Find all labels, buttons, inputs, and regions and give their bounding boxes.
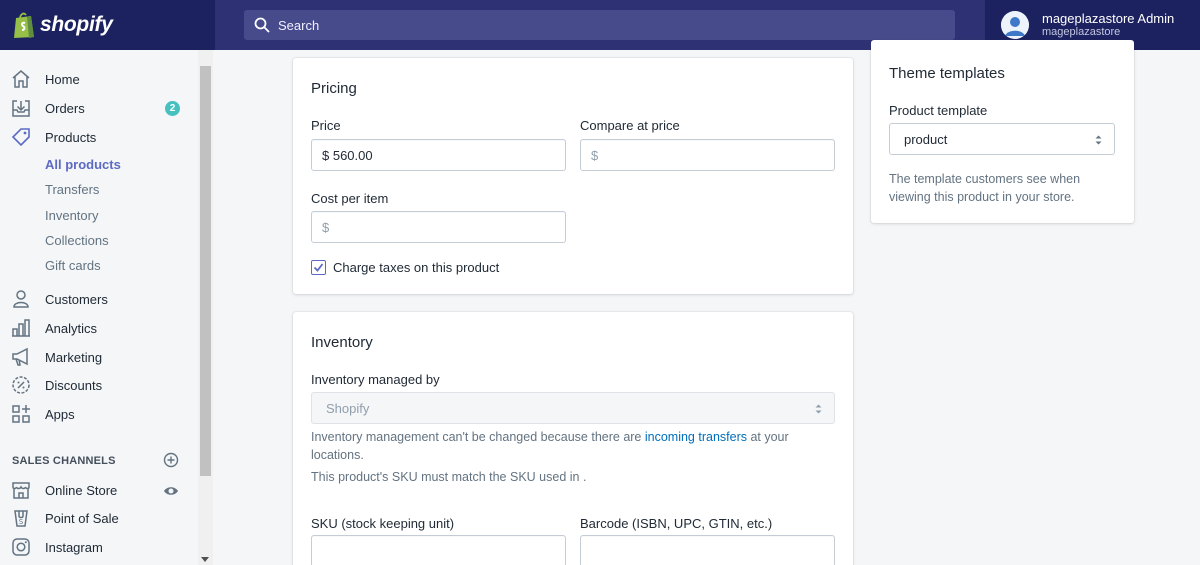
inventory-card: Inventory Inventory managed by Shopify I… xyxy=(293,312,853,565)
inventory-managed-by-value: Shopify xyxy=(326,400,370,416)
sidebar-item-orders[interactable]: Orders 2 xyxy=(0,95,198,121)
sidebar-item-label: Online Store xyxy=(45,482,118,498)
barcode-label: Barcode (ISBN, UPC, GTIN, etc.) xyxy=(580,516,773,531)
theme-templates-card: Theme templates Product template product… xyxy=(871,40,1134,223)
inventory-help-suffix: at your xyxy=(746,430,789,444)
theme-templates-title: Theme templates xyxy=(889,65,1005,82)
sales-channels-heading: SALES CHANNELS xyxy=(12,455,116,467)
pricing-card: Pricing Price $ 560.00 Compare at price … xyxy=(293,58,853,294)
inventory-title: Inventory xyxy=(311,334,373,351)
compare-at-price-field[interactable]: $ xyxy=(580,139,835,171)
shopify-logo[interactable]: shopify xyxy=(0,0,215,50)
inventory-help-prefix: Inventory management can't be changed be… xyxy=(311,430,645,444)
inventory-help-line2: locations. xyxy=(311,448,364,462)
product-template-select[interactable]: product xyxy=(889,123,1115,155)
sidebar-item-discounts[interactable]: Discounts xyxy=(0,372,198,398)
add-channel-icon[interactable] xyxy=(163,452,179,468)
eye-icon[interactable] xyxy=(163,483,179,499)
sidebar-item-instagram[interactable]: Instagram xyxy=(0,534,198,560)
scrollbar-thumb[interactable] xyxy=(200,66,211,476)
sidebar-item-point-of-sale[interactable]: S Point of Sale xyxy=(0,505,198,531)
sku-note: This product's SKU must match the SKU us… xyxy=(311,470,587,484)
store-icon xyxy=(12,482,30,499)
shopify-bag-icon xyxy=(14,12,34,38)
megaphone-icon xyxy=(12,347,28,366)
checkmark-icon xyxy=(313,263,324,272)
product-template-label: Product template xyxy=(889,103,988,118)
chart-icon xyxy=(12,319,30,337)
sidebar-item-apps[interactable]: Apps xyxy=(0,401,198,427)
pricing-title: Pricing xyxy=(311,80,357,97)
select-caret-icon xyxy=(1095,135,1102,145)
apps-icon xyxy=(12,405,30,423)
orders-count-badge: 2 xyxy=(165,101,180,116)
sidebar-item-label: Discounts xyxy=(45,377,103,393)
charge-taxes-checkbox[interactable] xyxy=(311,260,326,275)
search-placeholder: Search xyxy=(278,17,320,33)
user-name: mageplazastore Admin xyxy=(1042,10,1175,26)
sidebar: Home Orders 2 Products All products Tran… xyxy=(0,50,213,565)
sidebar-item-label: Products xyxy=(45,129,97,145)
inventory-help-text: Inventory management can't be changed be… xyxy=(311,428,831,464)
sidebar-item-customers[interactable]: Customers xyxy=(0,286,198,312)
price-label: Price xyxy=(311,118,341,133)
sidebar-item-marketing[interactable]: Marketing xyxy=(0,344,198,370)
discount-icon xyxy=(12,376,30,394)
sidebar-scrollbar[interactable] xyxy=(198,50,213,565)
cost-per-item-field[interactable]: $ xyxy=(311,211,566,243)
cost-per-item-label: Cost per item xyxy=(311,191,389,206)
charge-taxes-label[interactable]: Charge taxes on this product xyxy=(333,260,499,275)
store-name: mageplazastore xyxy=(1042,25,1121,38)
scroll-down-arrow-icon[interactable] xyxy=(201,557,209,562)
sidebar-subitem-collections[interactable]: Collections xyxy=(45,233,109,248)
inventory-managed-by-select[interactable]: Shopify xyxy=(311,392,835,424)
sidebar-item-label: Home xyxy=(45,71,80,87)
home-icon xyxy=(12,70,30,88)
barcode-field[interactable] xyxy=(580,535,835,565)
select-caret-icon xyxy=(815,404,822,414)
sku-field[interactable] xyxy=(311,535,566,565)
sku-label: SKU (stock keeping unit) xyxy=(311,516,455,531)
sidebar-subitem-gift-cards[interactable]: Gift cards xyxy=(45,258,101,273)
product-template-help: The template customers see when viewing … xyxy=(889,170,1119,206)
svg-text:S: S xyxy=(19,518,24,526)
person-icon xyxy=(13,290,29,308)
sidebar-item-home[interactable]: Home xyxy=(0,66,198,92)
avatar xyxy=(1001,11,1029,39)
instagram-icon xyxy=(12,538,30,556)
template-help-line1: The template customers see when xyxy=(889,172,1081,186)
sidebar-item-label: Analytics xyxy=(45,320,98,336)
template-help-line2: viewing this product in your store. xyxy=(889,190,1075,204)
sidebar-item-analytics[interactable]: Analytics xyxy=(0,315,198,341)
sidebar-item-label: Point of Sale xyxy=(45,510,119,526)
inventory-managed-by-label: Inventory managed by xyxy=(311,372,440,387)
sidebar-item-label: Customers xyxy=(45,291,108,307)
sidebar-item-label: Marketing xyxy=(45,349,103,365)
sidebar-subitem-transfers[interactable]: Transfers xyxy=(45,182,99,197)
avatar-icon xyxy=(1001,11,1029,39)
search-icon xyxy=(254,17,270,33)
search-input[interactable]: Search xyxy=(244,10,955,40)
tag-icon xyxy=(11,128,30,147)
incoming-transfers-link[interactable]: incoming transfers xyxy=(645,430,747,444)
sidebar-item-label: Apps xyxy=(45,406,75,422)
logo-wordmark: shopify xyxy=(40,13,113,36)
sidebar-subitem-all-products[interactable]: All products xyxy=(45,157,121,172)
sidebar-item-products[interactable]: Products xyxy=(0,124,198,150)
pos-icon: S xyxy=(14,510,28,527)
sidebar-item-label: Orders xyxy=(45,100,85,116)
sidebar-subitem-inventory[interactable]: Inventory xyxy=(45,208,98,223)
sidebar-item-label: Instagram xyxy=(45,539,103,555)
price-field[interactable]: $ 560.00 xyxy=(311,139,566,171)
compare-at-price-label: Compare at price xyxy=(580,118,680,133)
product-template-value: product xyxy=(904,131,948,147)
orders-icon xyxy=(12,100,30,117)
